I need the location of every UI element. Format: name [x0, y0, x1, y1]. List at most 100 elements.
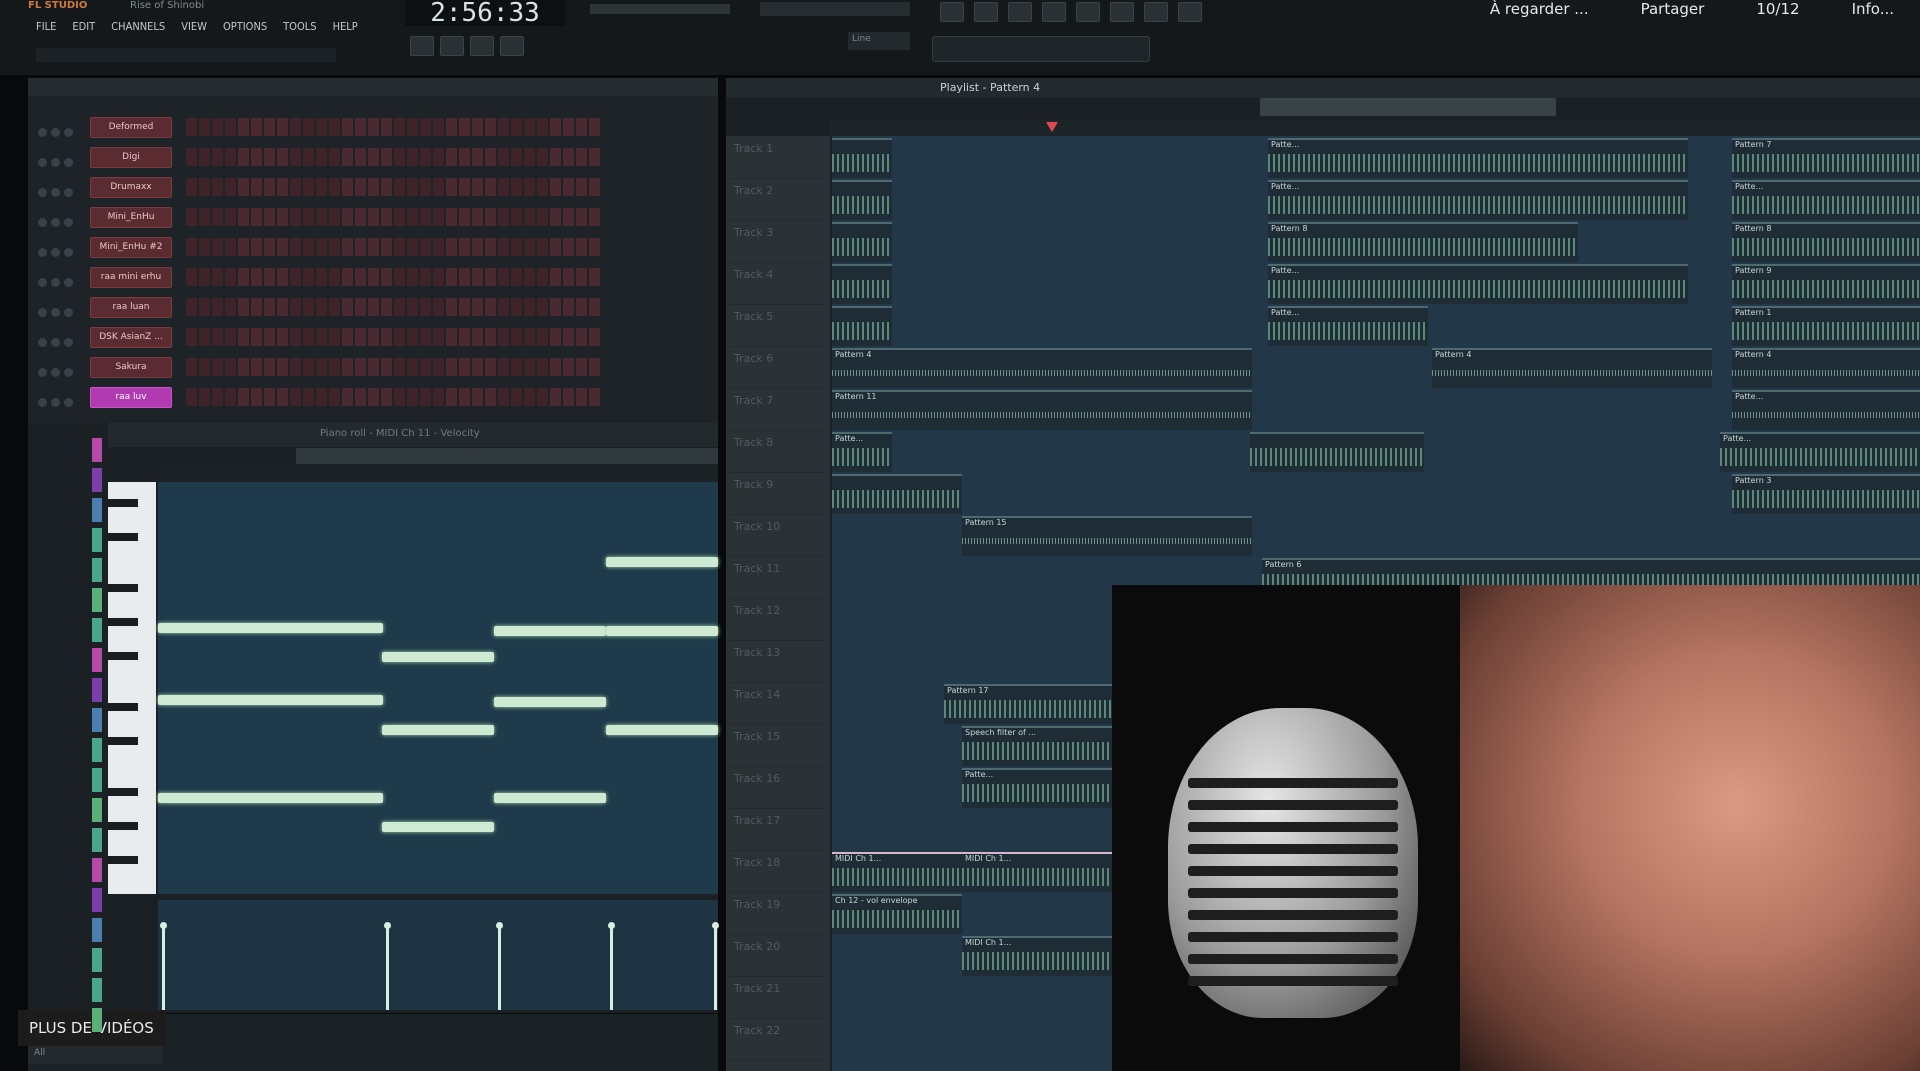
step-button[interactable] — [576, 358, 587, 376]
playlist-clip[interactable] — [832, 180, 892, 220]
playlist-clip[interactable]: Pattern 4 — [1432, 348, 1712, 388]
step-button[interactable] — [329, 298, 340, 316]
step-button[interactable] — [264, 148, 275, 166]
step-button[interactable] — [225, 148, 236, 166]
step-button[interactable] — [563, 358, 574, 376]
step-button[interactable] — [342, 148, 353, 166]
step-button[interactable] — [394, 388, 405, 406]
step-button[interactable] — [550, 328, 561, 346]
step-button[interactable] — [264, 358, 275, 376]
step-button[interactable] — [199, 118, 210, 136]
step-button[interactable] — [225, 208, 236, 226]
playlist-scrollbar[interactable] — [1260, 98, 1556, 116]
step-button[interactable] — [277, 358, 288, 376]
step-button[interactable] — [420, 148, 431, 166]
step-button[interactable] — [186, 118, 197, 136]
step-button[interactable] — [459, 178, 470, 196]
menu-channels[interactable]: CHANNELS — [111, 20, 165, 38]
step-button[interactable] — [225, 268, 236, 286]
step-button[interactable] — [212, 208, 223, 226]
mute-led-icon[interactable] — [64, 338, 73, 347]
channel-row[interactable]: raa luan — [28, 294, 718, 320]
step-button[interactable] — [459, 268, 470, 286]
step-button[interactable] — [472, 208, 483, 226]
mute-led-icon[interactable] — [51, 248, 60, 257]
black-key[interactable] — [108, 618, 138, 626]
channel-row[interactable]: raa mini erhu — [28, 264, 718, 290]
mute-led-icon[interactable] — [38, 368, 47, 377]
step-button[interactable] — [576, 388, 587, 406]
step-button[interactable] — [368, 358, 379, 376]
step-button[interactable] — [316, 148, 327, 166]
step-button[interactable] — [433, 208, 444, 226]
playlist-clip[interactable]: Patte... — [1732, 390, 1920, 430]
playlist-clip[interactable]: Patte... — [1268, 306, 1428, 346]
step-button[interactable] — [238, 118, 249, 136]
velocity-handle[interactable] — [496, 922, 503, 1010]
step-button[interactable] — [316, 268, 327, 286]
step-button[interactable] — [394, 298, 405, 316]
black-key[interactable] — [108, 652, 138, 660]
piano-roll-icon[interactable] — [1008, 2, 1032, 22]
step-button[interactable] — [446, 388, 457, 406]
step-button[interactable] — [381, 358, 392, 376]
step-button[interactable] — [524, 388, 535, 406]
step-button[interactable] — [589, 298, 600, 316]
step-button[interactable] — [550, 118, 561, 136]
step-button[interactable] — [303, 238, 314, 256]
step-button[interactable] — [251, 298, 262, 316]
midi-note[interactable] — [158, 793, 383, 803]
midi-note[interactable] — [494, 793, 606, 803]
step-button[interactable] — [238, 148, 249, 166]
step-button[interactable] — [277, 328, 288, 346]
menu-edit[interactable]: EDIT — [72, 20, 95, 38]
track-header[interactable]: Track 15 — [730, 724, 826, 767]
step-button[interactable] — [342, 208, 353, 226]
step-button[interactable] — [537, 298, 548, 316]
step-button[interactable] — [368, 208, 379, 226]
channel-name-button[interactable]: Deformed — [90, 117, 172, 138]
step-button[interactable] — [576, 238, 587, 256]
step-button[interactable] — [238, 268, 249, 286]
step-button[interactable] — [303, 148, 314, 166]
step-button[interactable] — [485, 388, 496, 406]
step-button[interactable] — [316, 298, 327, 316]
step-button[interactable] — [563, 148, 574, 166]
plugin-icon[interactable] — [1110, 2, 1134, 22]
share-button[interactable]: Partager — [1641, 0, 1705, 18]
step-button[interactable] — [290, 148, 301, 166]
mute-led-icon[interactable] — [51, 338, 60, 347]
step-button[interactable] — [342, 298, 353, 316]
step-button[interactable] — [303, 388, 314, 406]
step-button[interactable] — [576, 268, 587, 286]
step-button[interactable] — [264, 208, 275, 226]
step-button[interactable] — [524, 358, 535, 376]
step-button[interactable] — [485, 358, 496, 376]
step-button[interactable] — [550, 298, 561, 316]
step-button[interactable] — [563, 298, 574, 316]
step-button[interactable] — [511, 238, 522, 256]
playlist-clip[interactable]: Patte... — [1268, 180, 1688, 220]
step-button[interactable] — [485, 298, 496, 316]
step-button[interactable] — [303, 328, 314, 346]
channel-row[interactable]: raa luv — [28, 384, 718, 410]
step-button[interactable] — [446, 328, 457, 346]
step-button[interactable] — [537, 328, 548, 346]
step-button[interactable] — [212, 358, 223, 376]
track-header[interactable]: Track 14 — [730, 682, 826, 725]
midi-note[interactable] — [382, 822, 494, 832]
step-button[interactable] — [589, 238, 600, 256]
step-button[interactable] — [511, 268, 522, 286]
step-button[interactable] — [368, 268, 379, 286]
step-button[interactable] — [342, 328, 353, 346]
mute-led-icon[interactable] — [38, 308, 47, 317]
step-button[interactable] — [498, 238, 509, 256]
step-button[interactable] — [472, 148, 483, 166]
track-header[interactable]: Track 13 — [730, 640, 826, 683]
step-button[interactable] — [329, 178, 340, 196]
track-header[interactable]: Track 11 — [730, 556, 826, 599]
step-button[interactable] — [238, 298, 249, 316]
help-icon[interactable] — [1178, 2, 1202, 22]
step-button[interactable] — [459, 388, 470, 406]
step-button[interactable] — [524, 298, 535, 316]
